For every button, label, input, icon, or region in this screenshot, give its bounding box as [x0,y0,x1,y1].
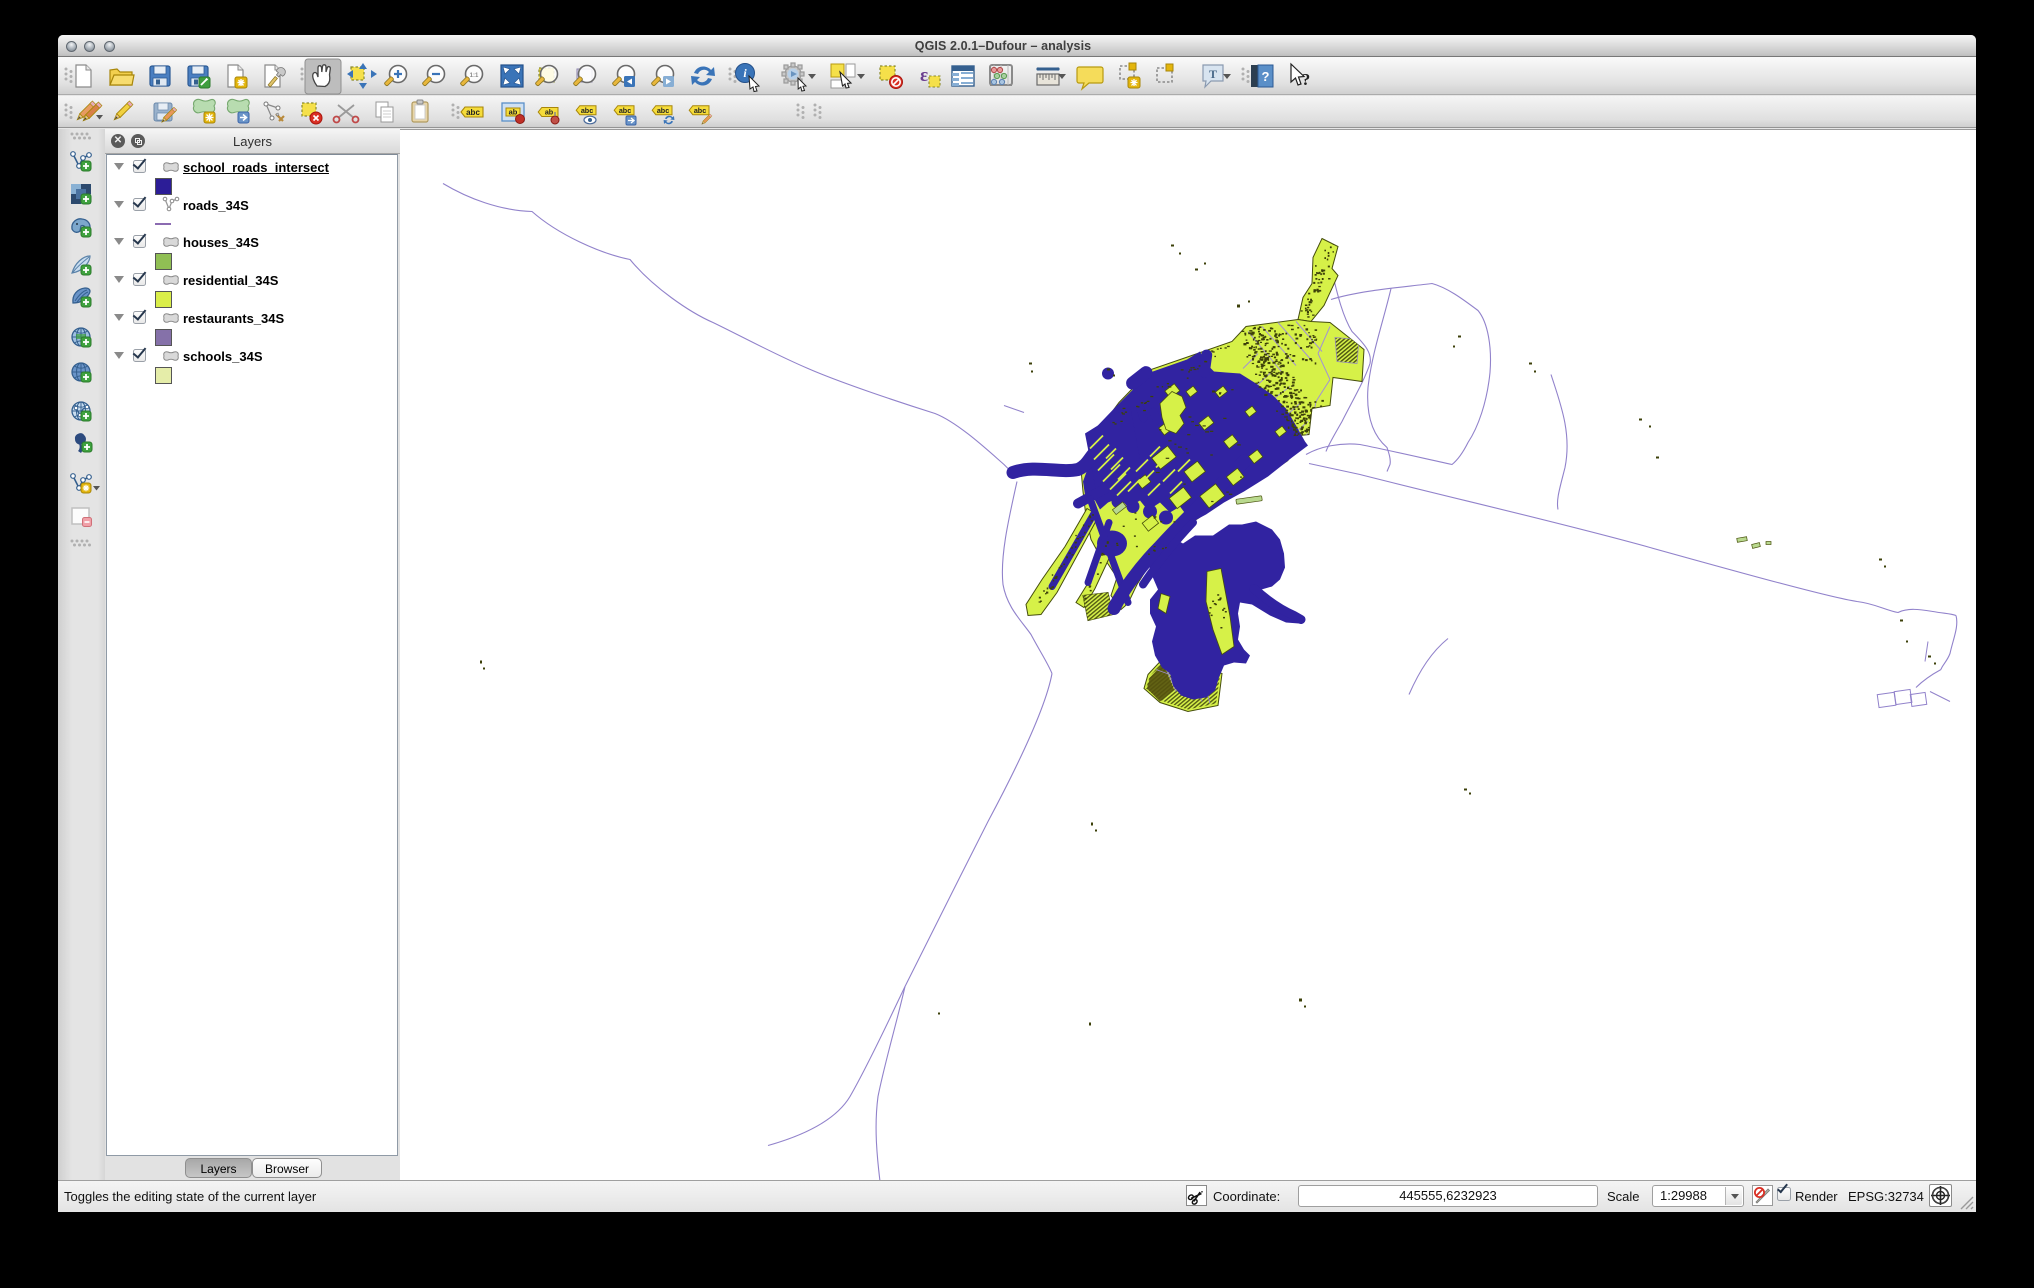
svg-text:abc: abc [619,106,631,115]
svg-text:ab: ab [545,108,554,117]
svg-text:abc: abc [466,108,480,117]
svg-text:T: T [1209,67,1217,81]
svg-text:?: ? [1262,69,1270,84]
svg-text:ε: ε [920,65,928,86]
svg-text:1:1: 1:1 [470,73,479,79]
svg-text:abc: abc [657,106,669,115]
svg-text:ab: ab [509,108,518,117]
svg-text:abc: abc [581,106,593,115]
svg-text:abc: abc [694,106,706,115]
svg-text:?: ? [1302,70,1311,89]
